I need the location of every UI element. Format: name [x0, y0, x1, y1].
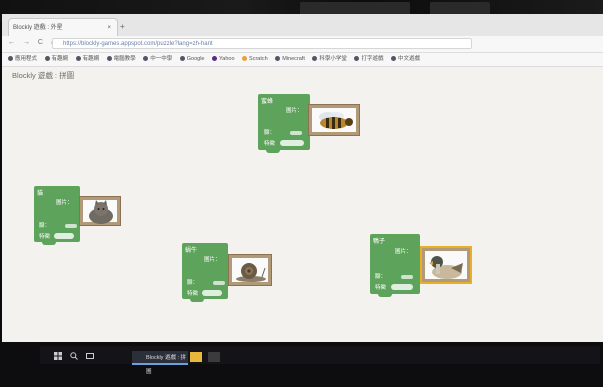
feature-slot[interactable]	[202, 290, 222, 296]
bookmark-icon	[8, 56, 13, 62]
taskbar-app-browser[interactable]: Blockly 遊戲 : 拼圖	[132, 351, 188, 375]
task-view-icon[interactable]	[86, 352, 94, 362]
bookmark-item[interactable]: 電腦教學	[106, 53, 136, 66]
new-tab-button[interactable]: +	[120, 22, 125, 31]
legs-label: 腳：	[375, 272, 414, 280]
browser-titlebar: Blockly 遊戲 : 外星 × +	[2, 14, 603, 37]
bookmark-item[interactable]: Scratch	[242, 53, 268, 66]
chevron-down-icon[interactable]	[213, 280, 226, 285]
bookmark-item[interactable]: 中文遊戲	[390, 53, 420, 66]
chevron-down-icon[interactable]	[401, 274, 414, 279]
feature-slot[interactable]	[280, 140, 304, 146]
feature-label: 特徵	[187, 291, 199, 297]
bee-photo[interactable]	[308, 104, 360, 136]
bookmark-item[interactable]: 應用程式	[8, 53, 37, 66]
bookmark-item[interactable]: Minecraft	[275, 53, 305, 66]
taskbar-app-label: Blockly 遊戲 : 拼圖	[146, 355, 187, 375]
animal-block-snail[interactable]: 蝸牛 圖片： 腳： 特徵	[182, 243, 228, 302]
feature-slot[interactable]	[391, 284, 413, 290]
legs-label: 腳：	[264, 128, 303, 136]
chevron-down-icon[interactable]	[65, 223, 78, 228]
feature-slot[interactable]	[54, 233, 74, 239]
block-notch	[42, 241, 56, 245]
bookmark-icon	[275, 56, 281, 62]
bookmark-icon	[106, 56, 112, 62]
taskbar-strip: Blockly 遊戲 : 拼圖	[40, 346, 600, 375]
bookmark-item[interactable]: 科學小学堂	[312, 53, 347, 66]
animal-block-cat[interactable]: 貓 圖片： 腳： 特徵	[34, 186, 80, 245]
bookmark-icon	[143, 56, 149, 62]
windows-taskbar: Blockly 遊戲 : 拼圖	[0, 342, 603, 387]
duck-icon	[429, 256, 463, 279]
picture-label: 圖片：	[395, 249, 412, 255]
block-name: 貓	[37, 191, 44, 197]
bee-icon	[319, 112, 353, 129]
search-icon[interactable]	[70, 352, 78, 362]
browser-toolbar: ← → C ⌂ https://blockly-games.appspot.co…	[2, 36, 603, 53]
nav-buttons[interactable]: ← → C ⌂	[8, 39, 58, 46]
bookmark-item[interactable]: 有趣網	[44, 53, 68, 66]
picture-label: 圖片：	[204, 257, 221, 263]
tab-title: Blockly 遊戲 : 外星	[13, 25, 63, 31]
bookmark-item[interactable]: Google	[179, 53, 204, 66]
folder-icon[interactable]	[190, 352, 202, 362]
chevron-down-icon[interactable]	[290, 130, 303, 135]
picture-label: 圖片：	[286, 108, 303, 114]
block-notch	[378, 293, 392, 297]
blockly-workspace[interactable]: 蜜蜂 圖片： 腳： 特徵 貓 圖片： 腳： 特徵 蝸牛 圖片： 腳： 特徵 鴨子…	[2, 80, 603, 340]
snail-photo[interactable]	[228, 254, 272, 286]
feature-label: 特徵	[375, 285, 387, 291]
bookmark-icon	[354, 56, 360, 62]
cat-icon	[89, 200, 113, 224]
picture-label: 圖片：	[56, 200, 73, 206]
block-name: 蝸牛	[185, 248, 198, 254]
snail-icon	[236, 263, 266, 282]
windows-icon[interactable]	[54, 352, 62, 362]
animal-block-duck[interactable]: 鴨子 圖片： 腳： 特徵	[370, 234, 420, 297]
bookmark-icon	[75, 56, 81, 62]
block-notch	[190, 298, 204, 302]
bookmark-icon	[312, 56, 318, 62]
bookmark-icon	[212, 56, 218, 62]
close-icon[interactable]: ×	[107, 19, 111, 37]
legs-label: 腳：	[187, 278, 226, 286]
bookmark-item[interactable]: 打字遊戲	[354, 53, 383, 66]
bookmarks-bar: 應用程式 有趣網 有趣網 電腦教學 中一中學 Google Yahoo Scra…	[2, 53, 603, 67]
legs-label: 腳：	[39, 221, 78, 229]
monitor-screen: Blockly 遊戲 : 外星 × + ← → C ⌂ https://bloc…	[2, 14, 603, 354]
animal-block-bee[interactable]: 蜜蜂 圖片： 腳： 特徵	[258, 94, 310, 153]
block-name: 蜜蜂	[261, 99, 274, 105]
feature-label: 特徵	[39, 234, 51, 240]
bookmark-icon	[390, 56, 396, 62]
browser-tab[interactable]: Blockly 遊戲 : 外星 ×	[8, 18, 118, 36]
bookmark-item[interactable]: 中一中學	[143, 53, 172, 66]
feature-label: 特徵	[264, 141, 276, 147]
bookmark-item[interactable]: Yahoo	[212, 53, 235, 66]
bookmark-icon	[242, 56, 248, 62]
pinned-app-icon[interactable]	[208, 352, 220, 362]
block-name: 鴨子	[373, 239, 386, 245]
cat-photo[interactable]	[79, 196, 121, 226]
bookmark-icon	[44, 56, 50, 62]
duck-photo[interactable]	[420, 246, 472, 284]
address-bar[interactable]: https://blockly-games.appspot.com/puzzle…	[52, 38, 472, 49]
bookmark-item[interactable]: 有趣網	[75, 53, 99, 66]
block-notch	[266, 149, 280, 153]
bookmark-icon	[179, 56, 185, 62]
